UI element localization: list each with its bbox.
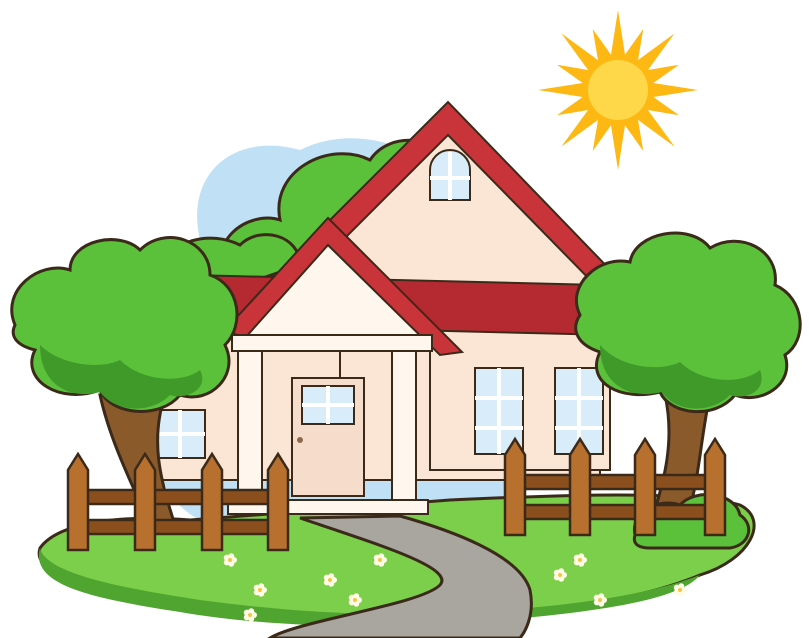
fence-rail [505, 503, 725, 521]
porch-beam [231, 334, 433, 352]
door-icon [291, 377, 365, 497]
fence-rail [68, 488, 288, 506]
fence-picket [703, 436, 727, 537]
fence-picket [633, 436, 657, 537]
house-illustration [10, 10, 802, 638]
fence-rail [68, 518, 288, 536]
fence-picket [200, 451, 224, 552]
window-icon [154, 409, 206, 459]
porch-column-right [391, 350, 417, 512]
fence-picket [266, 451, 290, 552]
sun-icon [538, 10, 698, 170]
fence-picket [503, 436, 527, 537]
window-icon [429, 149, 471, 201]
house-scene [0, 0, 809, 638]
fence-rail [505, 473, 725, 491]
porch-column-left [237, 350, 263, 512]
fence-picket [66, 451, 90, 552]
fence-picket [133, 451, 157, 552]
fence-picket [568, 436, 592, 537]
